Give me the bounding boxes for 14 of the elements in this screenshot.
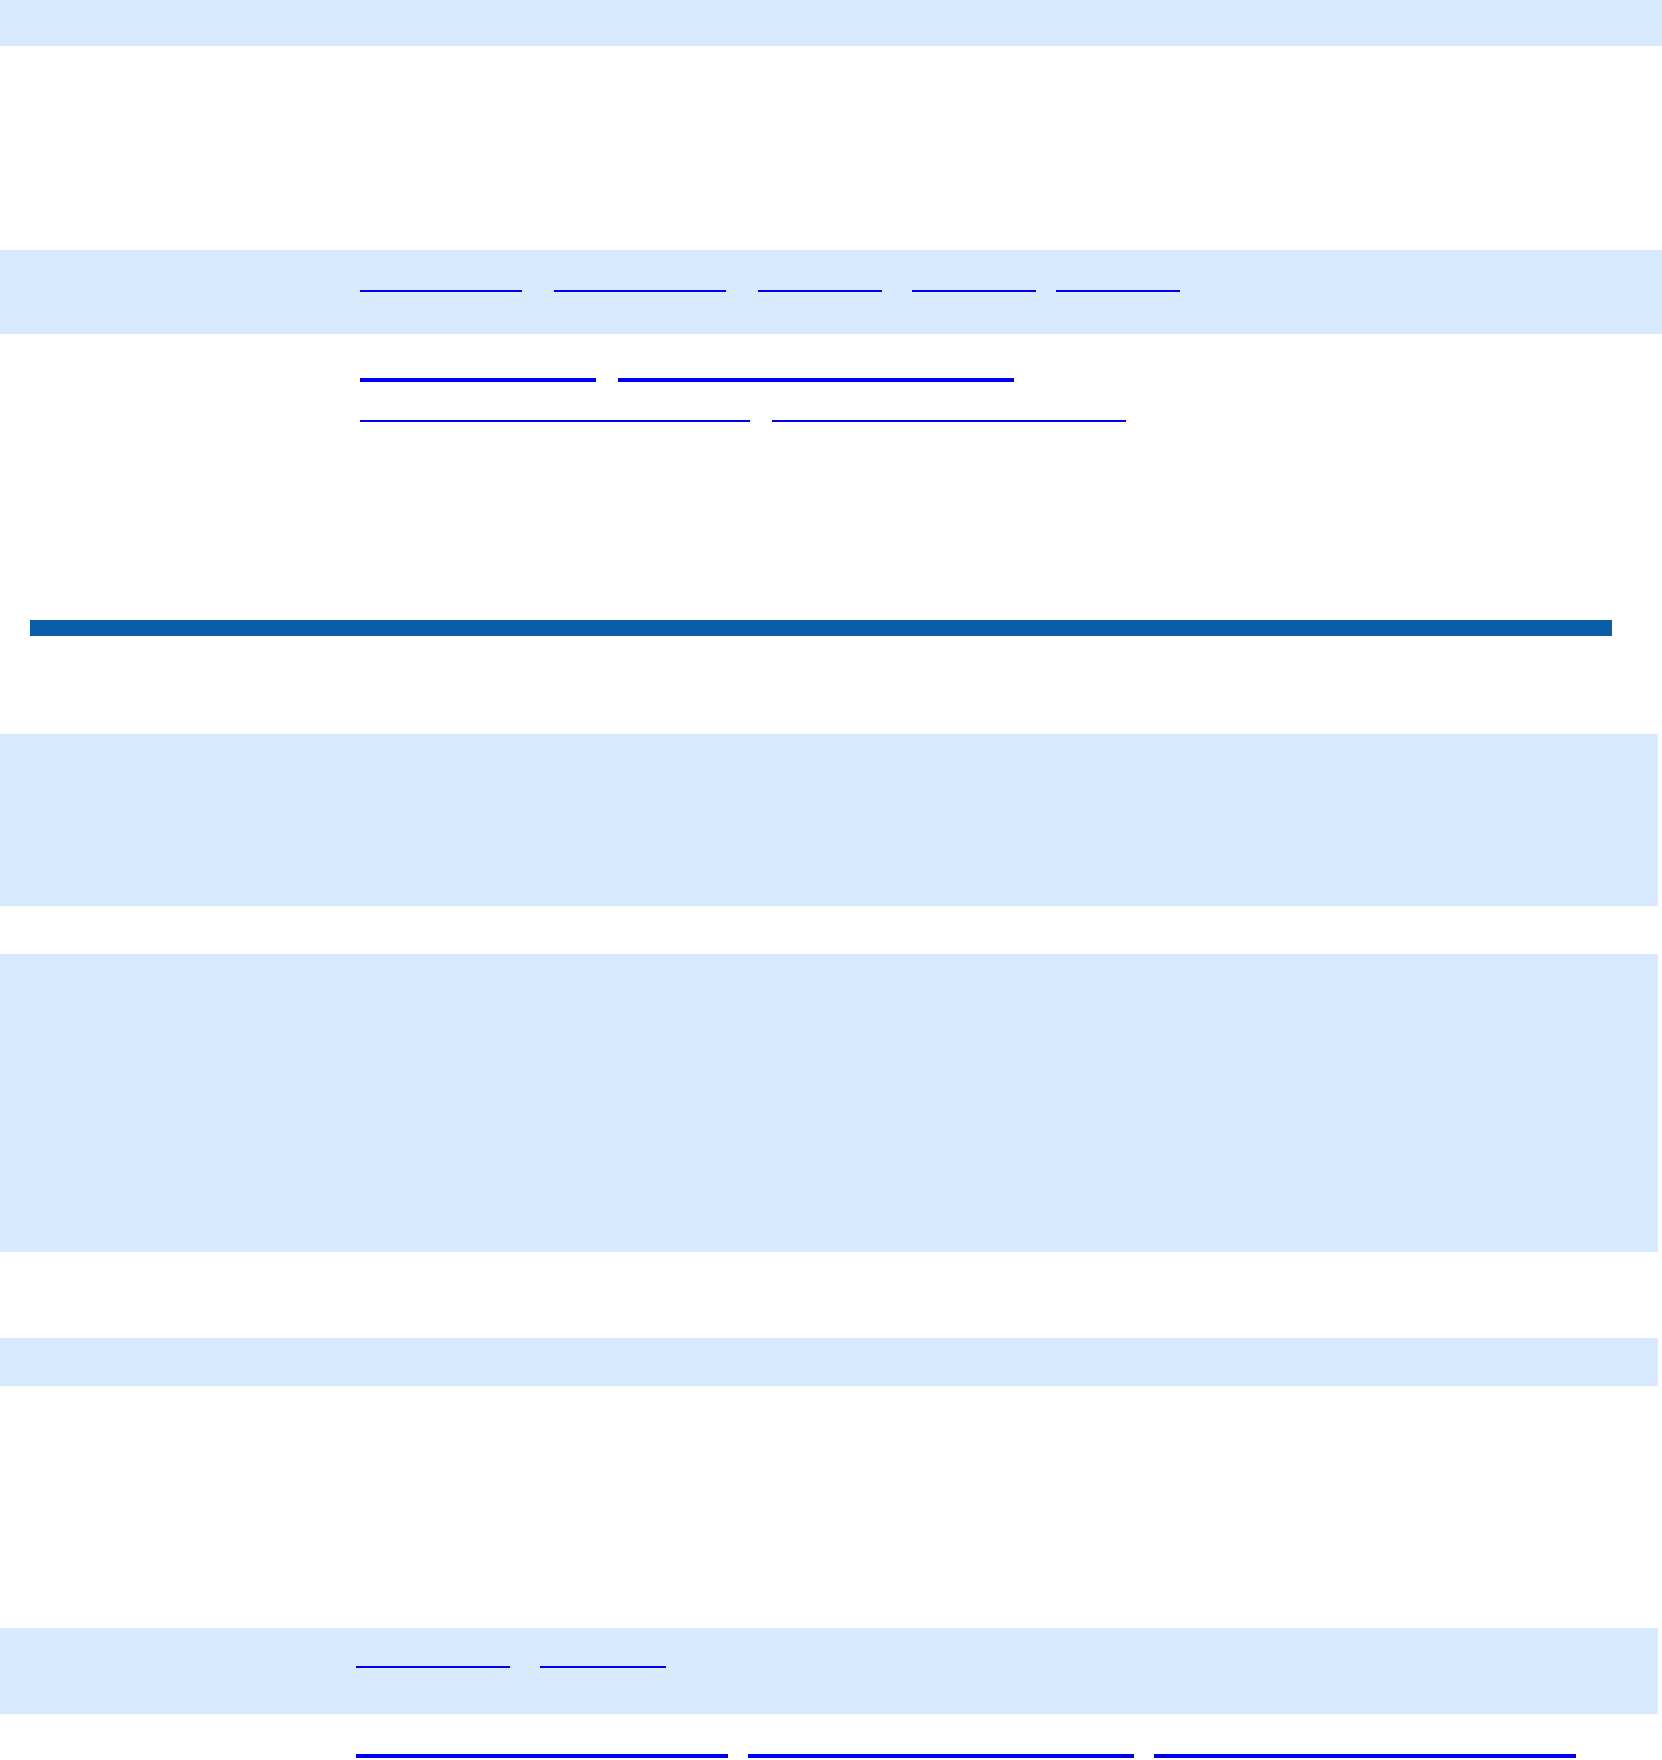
link-underline[interactable] <box>360 290 522 292</box>
link-underline[interactable] <box>554 290 726 292</box>
link-underline[interactable] <box>912 290 1036 292</box>
link-underline[interactable] <box>772 420 1126 422</box>
link-underline[interactable] <box>540 1666 666 1668</box>
link-underline[interactable] <box>758 290 882 292</box>
link-underline[interactable] <box>618 378 1014 382</box>
link-underline[interactable] <box>1154 1754 1576 1758</box>
link-underline[interactable] <box>1056 290 1180 292</box>
link-underline[interactable] <box>748 1754 1134 1758</box>
link-underline[interactable] <box>356 1666 510 1668</box>
link-underline[interactable] <box>356 1754 728 1758</box>
link-underline[interactable] <box>360 420 750 422</box>
link-underline[interactable] <box>360 378 596 382</box>
